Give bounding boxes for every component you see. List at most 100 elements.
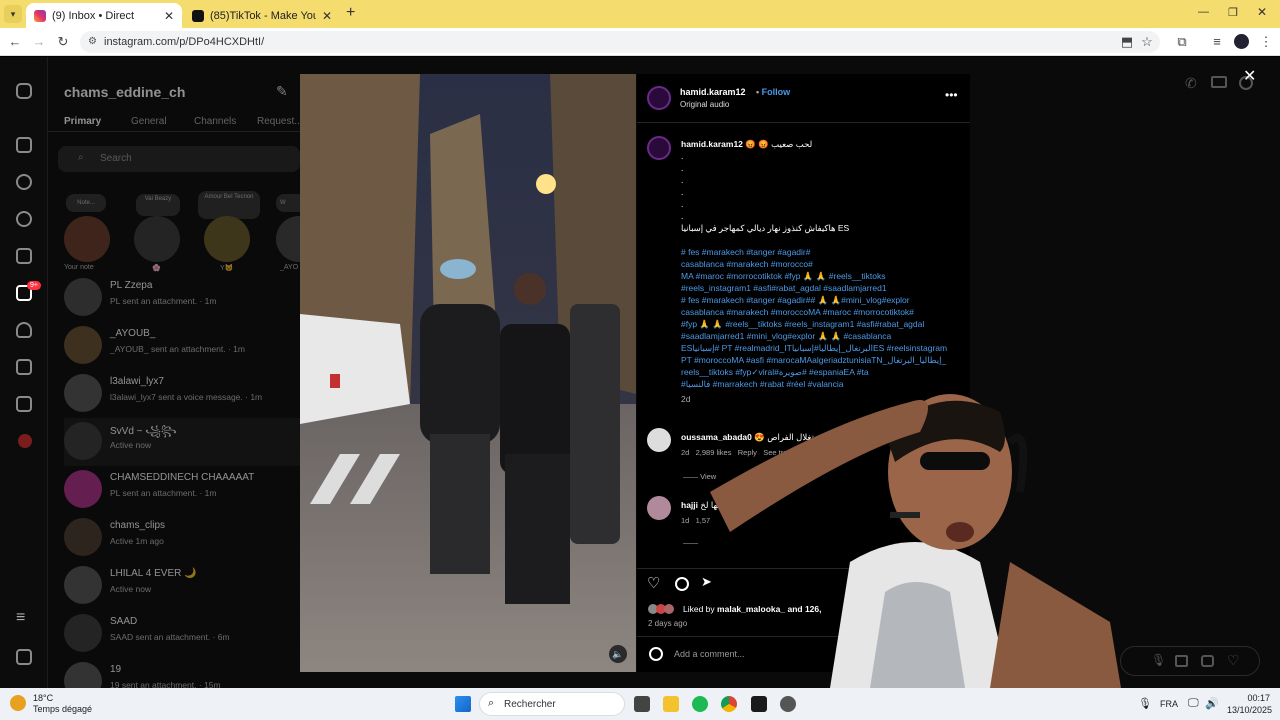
clock-time[interactable]: 00:17 — [1236, 693, 1270, 703]
tab-general[interactable]: General — [131, 116, 167, 127]
caption-author[interactable]: hamid.karam12 — [681, 139, 743, 149]
audio-label[interactable]: Original audio — [680, 100, 729, 109]
username-heading[interactable]: chams_eddine_ch — [64, 84, 185, 100]
network-icon[interactable]: 🖵 — [1188, 697, 1199, 710]
like-heart-icon[interactable]: ♡ — [1227, 652, 1240, 669]
sticker-icon[interactable] — [1201, 655, 1214, 667]
lang-indicator[interactable]: FRA — [1160, 699, 1178, 709]
profile-avatar[interactable] — [1234, 34, 1249, 49]
new-tab-button[interactable]: + — [346, 4, 355, 22]
mic-icon[interactable]: 🎙 — [1151, 653, 1166, 667]
hashtag-line[interactable]: casablanca #marakech #moroccoMA #maroc #… — [681, 306, 961, 318]
view-replies-line[interactable]: —— — [683, 538, 698, 547]
dashboard-icon[interactable] — [16, 396, 32, 412]
instagram-logo-icon[interactable] — [16, 83, 32, 99]
hashtag-line[interactable]: #saadlamjarred1 #mini_vlog#explor 🙏 🙏 #c… — [681, 330, 961, 342]
note-item[interactable]: W _AYO — [276, 194, 300, 274]
close-tab-icon[interactable]: ✕ — [164, 9, 174, 23]
bookmark-star-icon[interactable]: ☆ — [1138, 33, 1156, 51]
emoji-icon[interactable] — [649, 647, 663, 661]
tab-list-button[interactable]: ▾ — [4, 5, 22, 23]
search-input[interactable]: ⌕ Search — [58, 146, 300, 172]
install-app-icon[interactable]: ⬒ — [1118, 33, 1136, 51]
home-icon[interactable] — [16, 137, 32, 153]
hashtag-line[interactable]: PT #moroccoMA #asfi #marocaMAalgeriadztu… — [681, 354, 961, 366]
start-icon[interactable] — [455, 696, 471, 712]
meta-icon[interactable] — [16, 649, 32, 665]
tab-primary[interactable]: Primary — [64, 116, 101, 127]
conversation-item[interactable]: _AYOUB_ _AYOUB_ sent an attachment. · 1m — [64, 322, 300, 370]
hashtag-line[interactable]: reels__tiktoks #fyp✓viral#صويرة# #espani… — [681, 366, 961, 378]
comment-avatar[interactable] — [647, 428, 671, 452]
comment-icon[interactable] — [675, 577, 689, 591]
extensions-icon[interactable]: ⧉ — [1173, 33, 1191, 51]
conversation-item[interactable]: LHILAL 4 EVER 🌙 Active now — [64, 562, 300, 610]
author-username[interactable]: hamid.karam12 — [680, 87, 746, 97]
back-icon[interactable]: ← — [6, 33, 24, 51]
site-info-icon[interactable]: ⚙ — [88, 31, 97, 53]
hashtag-line[interactable]: casablanca #marakech #morocco# — [681, 258, 961, 270]
conversation-item[interactable]: 19 19 sent an attachment. · 15m — [64, 658, 300, 688]
tab-instagram[interactable]: (9) Inbox • Direct ✕ — [26, 3, 182, 28]
create-icon[interactable] — [16, 359, 32, 375]
hashtag-line[interactable]: #fyp 🙏 🙏 #reels__tiktoks #reels_instagra… — [681, 318, 961, 330]
profile-icon[interactable] — [18, 434, 32, 448]
more-options-icon[interactable]: ••• — [945, 88, 958, 102]
chrome-icon[interactable] — [721, 696, 737, 712]
explore-icon[interactable] — [16, 211, 32, 227]
conversation-item[interactable]: l3alawi_lyx7 l3alawi_lyx7 sent a voice me… — [64, 370, 300, 418]
conversation-item[interactable]: PL Zzepa PL sent an attachment. · 1m — [64, 274, 300, 322]
terminal-icon[interactable] — [751, 696, 767, 712]
comment-author[interactable]: hajji — [681, 500, 698, 510]
note-item[interactable]: Vai Beazy 🌸 — [134, 194, 190, 274]
call-icon[interactable]: ✆ — [1185, 75, 1197, 92]
compose-icon[interactable]: ✎ — [276, 83, 288, 100]
media-icon[interactable]: ≡ — [1208, 33, 1226, 51]
volume-icon[interactable]: 🔊 — [1205, 697, 1219, 710]
close-modal-icon[interactable]: ✕ — [1243, 66, 1256, 86]
close-tab-icon[interactable]: ✕ — [322, 9, 332, 23]
file-explorer-icon[interactable] — [663, 696, 679, 712]
tab-channels[interactable]: Channels — [194, 116, 236, 127]
hashtag-line[interactable]: # fes #marakech #tanger #agadir## 🙏 🙏#mi… — [681, 294, 961, 306]
conversation-item[interactable]: CHAMSEDDINECH CHAAAAAT PL sent an attachm… — [64, 466, 300, 514]
reels-icon[interactable] — [16, 248, 32, 264]
comment-likes[interactable]: 1,57 — [696, 516, 711, 525]
taskbar-search[interactable]: ⌕ Rechercher — [479, 692, 625, 716]
mic-tray-icon[interactable]: 🎙 — [1138, 697, 1152, 710]
task-view-icon[interactable] — [634, 696, 650, 712]
hashtag-line[interactable]: # fes #marakech #tanger #agadir# — [681, 246, 961, 258]
minimize-button[interactable]: — — [1198, 6, 1209, 18]
url-field[interactable]: ⚙ instagram.com/p/DPo4HCXDHtI/ — [80, 31, 1160, 53]
like-icon[interactable]: ♡ — [647, 574, 660, 592]
app-icon[interactable] — [780, 696, 796, 712]
more-menu-icon[interactable]: ≡ — [16, 609, 25, 627]
hashtag-line[interactable]: MA #maroc #morrocotiktok #fyp 🙏 🙏 #reels… — [681, 270, 961, 282]
tab-requests[interactable]: Request... — [257, 116, 303, 127]
conversation-item[interactable]: SAAD SAAD sent an attachment. · 6m — [64, 610, 300, 658]
weather-widget[interactable]: 18°C Temps dégagé — [10, 692, 120, 716]
video-call-icon[interactable] — [1211, 76, 1227, 88]
spotify-icon[interactable] — [692, 696, 708, 712]
follow-button[interactable]: • Follow — [756, 87, 790, 97]
note-item[interactable]: Note... Your note — [64, 194, 120, 274]
hashtag-line[interactable]: ESإسبانيا# PT #realmadrid_ITالبرتغال_إيط… — [681, 342, 961, 354]
gallery-icon[interactable] — [1175, 655, 1188, 667]
conversation-item[interactable]: SvVd ~ ꧁꧂ Active now — [64, 418, 300, 466]
reload-icon[interactable]: ↻ — [54, 33, 72, 51]
author-avatar[interactable] — [647, 86, 671, 110]
forward-icon[interactable]: → — [30, 33, 48, 51]
clock-date[interactable]: 13/10/2025 — [1222, 705, 1272, 715]
hashtag-line[interactable]: #reels_instagram1 #asfi#rabat_agdal #saa… — [681, 282, 961, 294]
maximize-button[interactable]: ❐ — [1228, 6, 1238, 19]
post-video[interactable]: 🔈 — [300, 74, 636, 672]
search-icon[interactable] — [16, 174, 32, 190]
close-window-button[interactable]: ✕ — [1257, 5, 1267, 19]
menu-icon[interactable]: ⋮ — [1257, 33, 1275, 51]
heart-icon[interactable] — [16, 322, 32, 338]
conversation-item[interactable]: chams_clips Active 1m ago — [64, 514, 300, 562]
caption-avatar[interactable] — [647, 136, 671, 160]
mute-icon[interactable]: 🔈 — [609, 645, 627, 663]
note-item[interactable]: Amour Bel Tecnon Y🐱 — [198, 191, 262, 274]
comment-avatar[interactable] — [647, 496, 671, 520]
